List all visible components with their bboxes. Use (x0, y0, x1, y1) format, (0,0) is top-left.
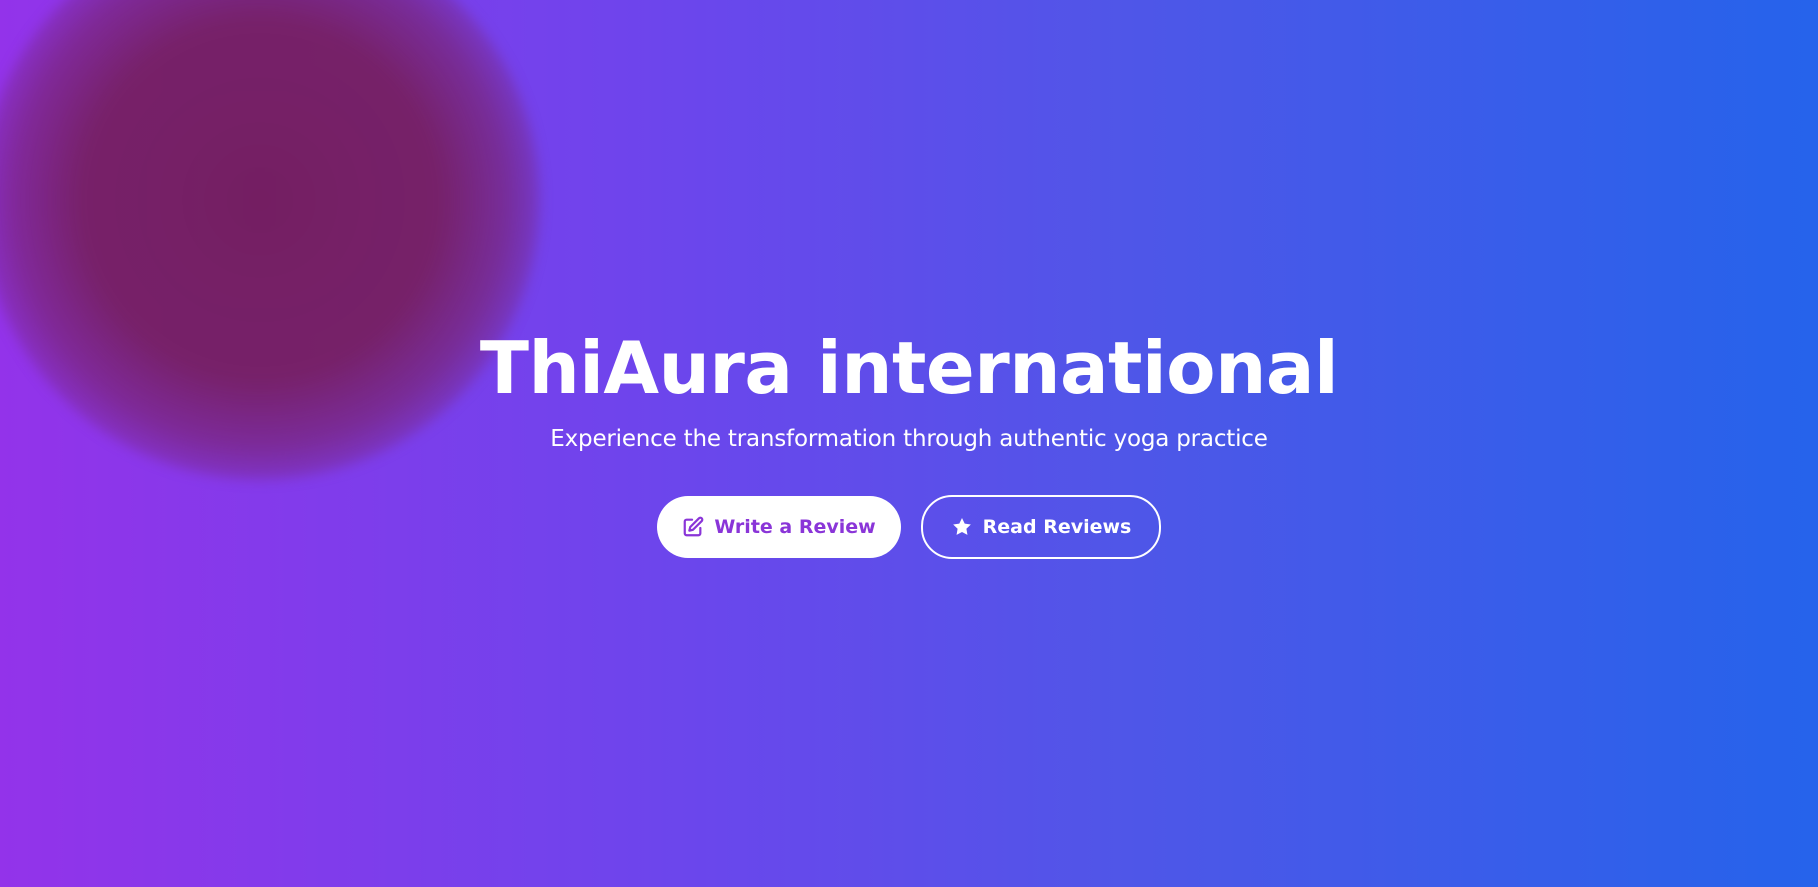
star-icon (951, 516, 973, 538)
hero-content: ThiAura international Experience the tra… (0, 0, 1818, 887)
write-review-label: Write a Review (714, 516, 876, 538)
read-reviews-button[interactable]: Read Reviews (921, 495, 1161, 559)
read-reviews-label: Read Reviews (982, 516, 1132, 538)
hero-actions: Write a Review Read Reviews (657, 495, 1161, 559)
hero-subtitle: Experience the transformation through au… (550, 426, 1268, 452)
hero-section: ThiAura international Experience the tra… (0, 0, 1818, 887)
edit-icon (682, 516, 704, 538)
write-review-button[interactable]: Write a Review (657, 496, 901, 558)
page-title: ThiAura international (479, 326, 1339, 410)
